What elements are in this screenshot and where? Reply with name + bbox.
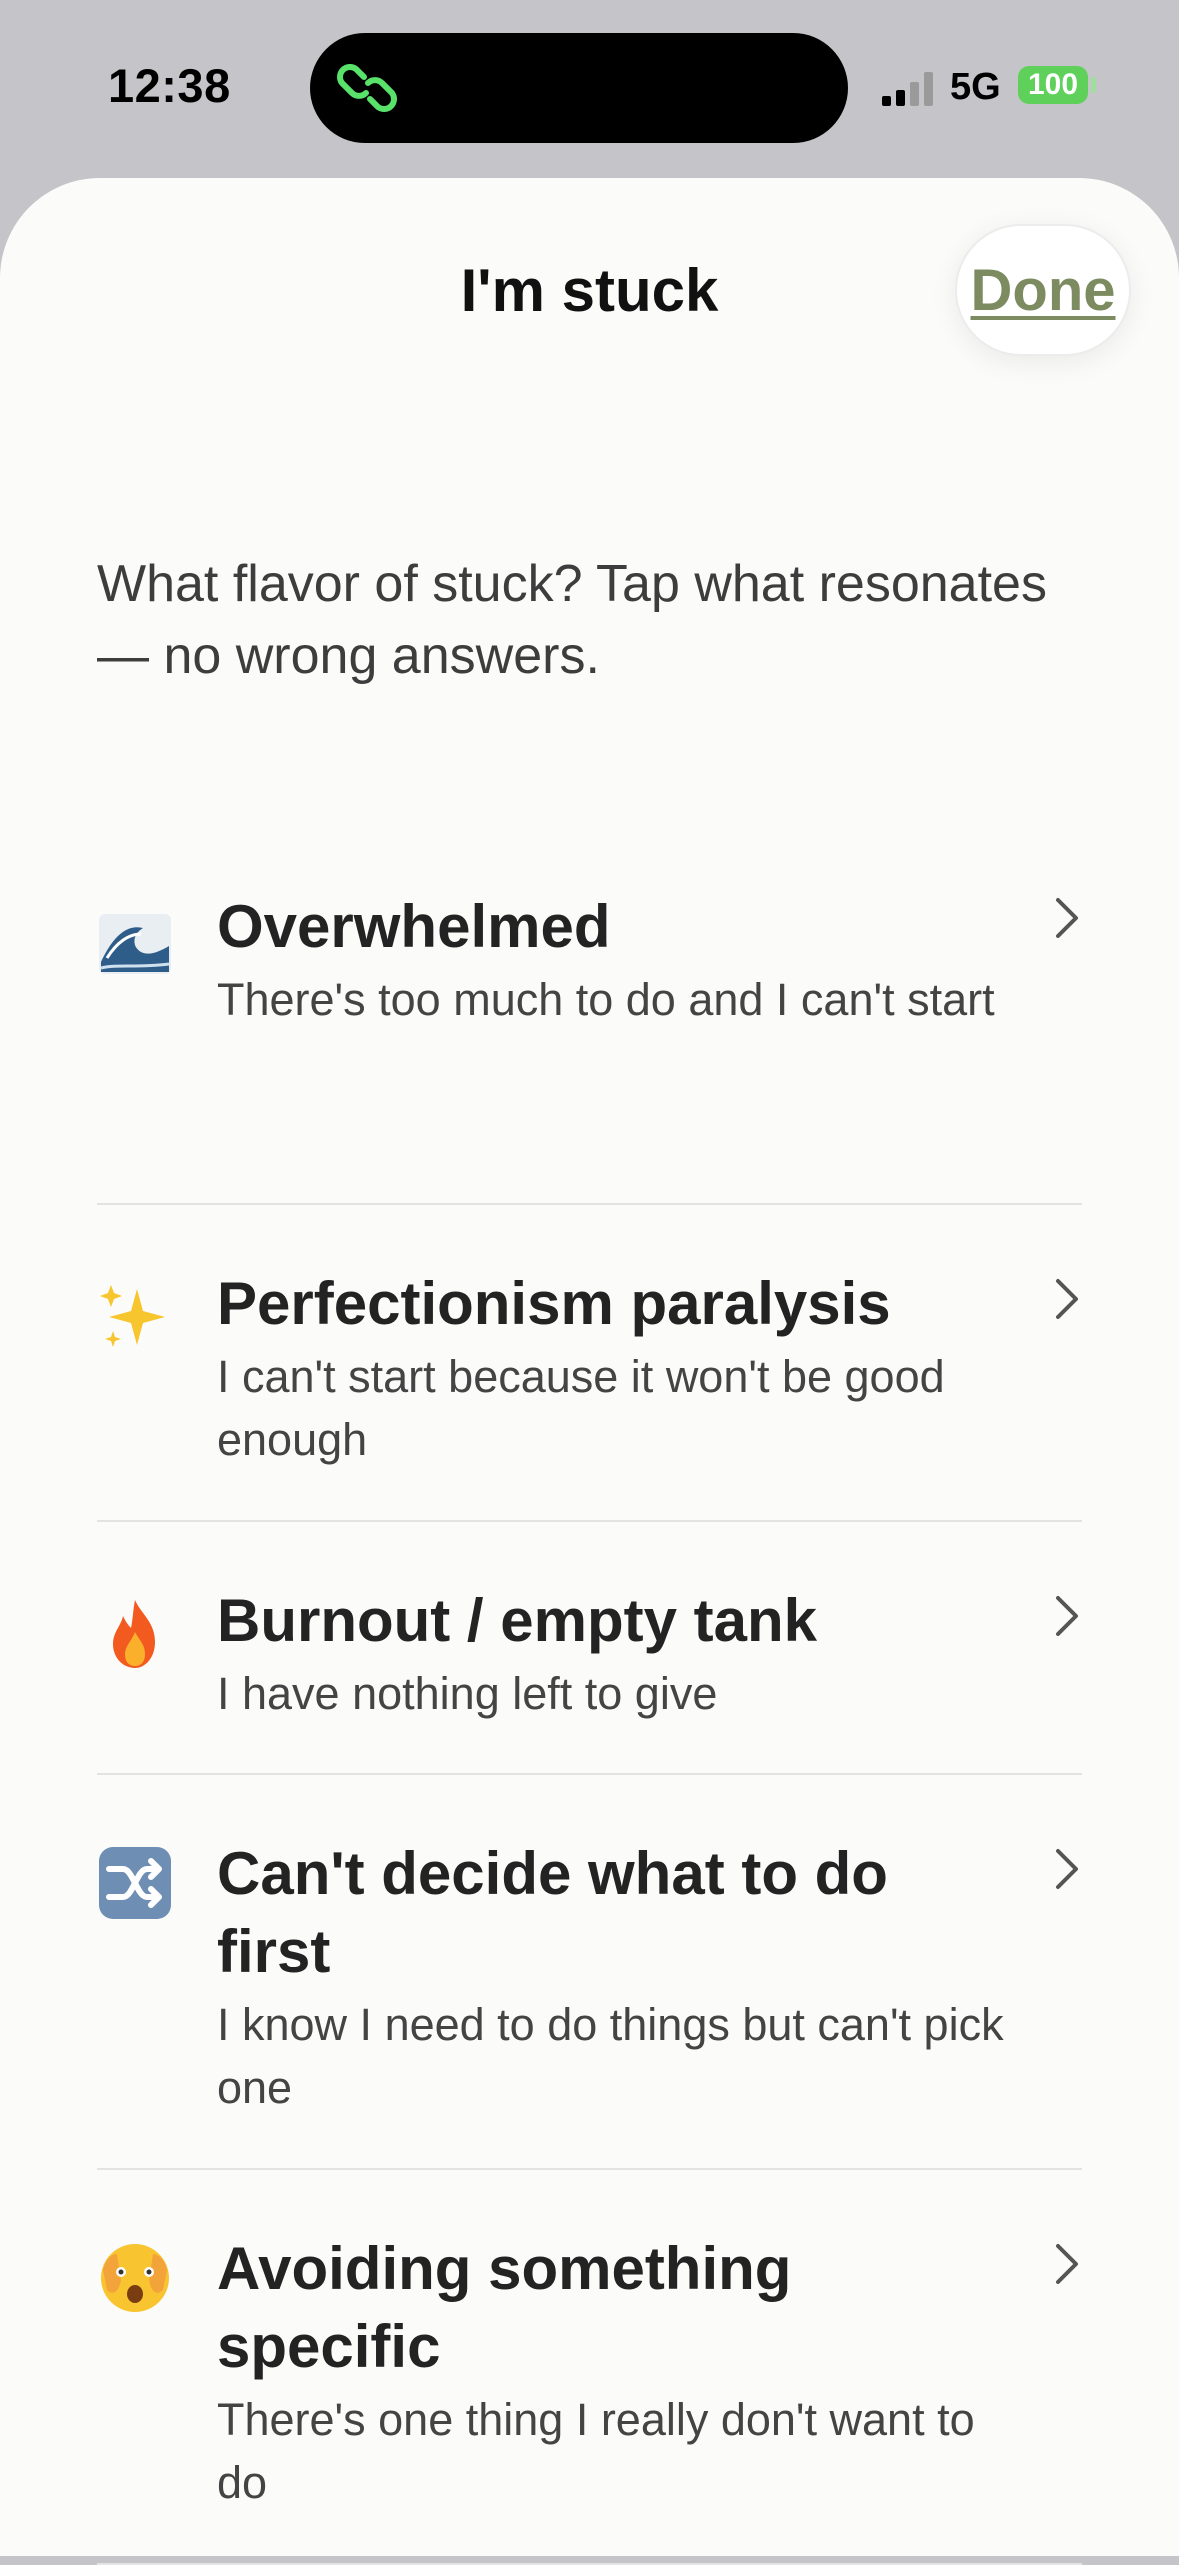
sparkles-emoji-icon: [100, 1285, 165, 1347]
option-title: Overwhelmed: [217, 893, 611, 960]
chevron-right-icon: [1056, 1596, 1078, 1636]
fire-emoji-icon: [113, 1600, 155, 1668]
face-peeking-emoji-icon: [101, 2244, 169, 2312]
option-description: I have nothing left to give: [217, 1668, 718, 1719]
option-avoiding-something[interactable]: Avoiding something specific There's one …: [97, 2170, 1082, 2565]
option-description: I can't start because it won't be good e…: [217, 1351, 945, 1465]
chevron-right-icon: [1056, 2244, 1078, 2284]
chevron-right-icon: [1056, 898, 1078, 938]
clock: 12:38: [108, 59, 231, 112]
network-type: 5G: [950, 66, 1001, 108]
option-description: There's one thing I really don't want to…: [217, 2394, 975, 2508]
battery-tip: [1091, 77, 1096, 93]
link-icon: [337, 64, 397, 112]
option-perfectionism-paralysis[interactable]: Perfectionism paralysis I can't start be…: [97, 1205, 1082, 1522]
option-title: Can't decide what to do first: [217, 1840, 888, 1985]
battery-level: 100: [1027, 68, 1079, 101]
option-overwhelmed[interactable]: Overwhelmed There's too much to do and I…: [97, 888, 1082, 1205]
chevron-right-icon: [1056, 1279, 1078, 1319]
option-description: I know I need to do things but can't pic…: [217, 1999, 1004, 2113]
status-bar: 12:38 5G 100: [0, 0, 1179, 178]
shuffle-emoji-icon: [99, 1847, 171, 1919]
option-title: Avoiding something specific: [217, 2235, 792, 2380]
chevron-right-icon: [1056, 1849, 1078, 1889]
stuck-sheet: I'm stuck Done What flavor of stuck? Tap…: [0, 178, 1179, 2565]
wave-emoji-icon: [99, 914, 171, 974]
signal-bars-icon: [882, 72, 933, 106]
option-burnout[interactable]: Burnout / empty tank I have nothing left…: [97, 1522, 1082, 1775]
option-cant-decide[interactable]: Can't decide what to do first I know I n…: [97, 1775, 1082, 2170]
option-title: Perfectionism paralysis: [217, 1270, 891, 1337]
option-description: There's too much to do and I can't start: [217, 974, 995, 1025]
intro-text: What flavor of stuck? Tap what resonates…: [97, 555, 1047, 685]
option-title: Burnout / empty tank: [217, 1587, 818, 1654]
done-button[interactable]: Done: [955, 224, 1131, 356]
battery-icon: 100: [1018, 66, 1088, 104]
options-list: Overwhelmed There's too much to do and I…: [97, 888, 1082, 2565]
dynamic-island: [310, 33, 848, 143]
